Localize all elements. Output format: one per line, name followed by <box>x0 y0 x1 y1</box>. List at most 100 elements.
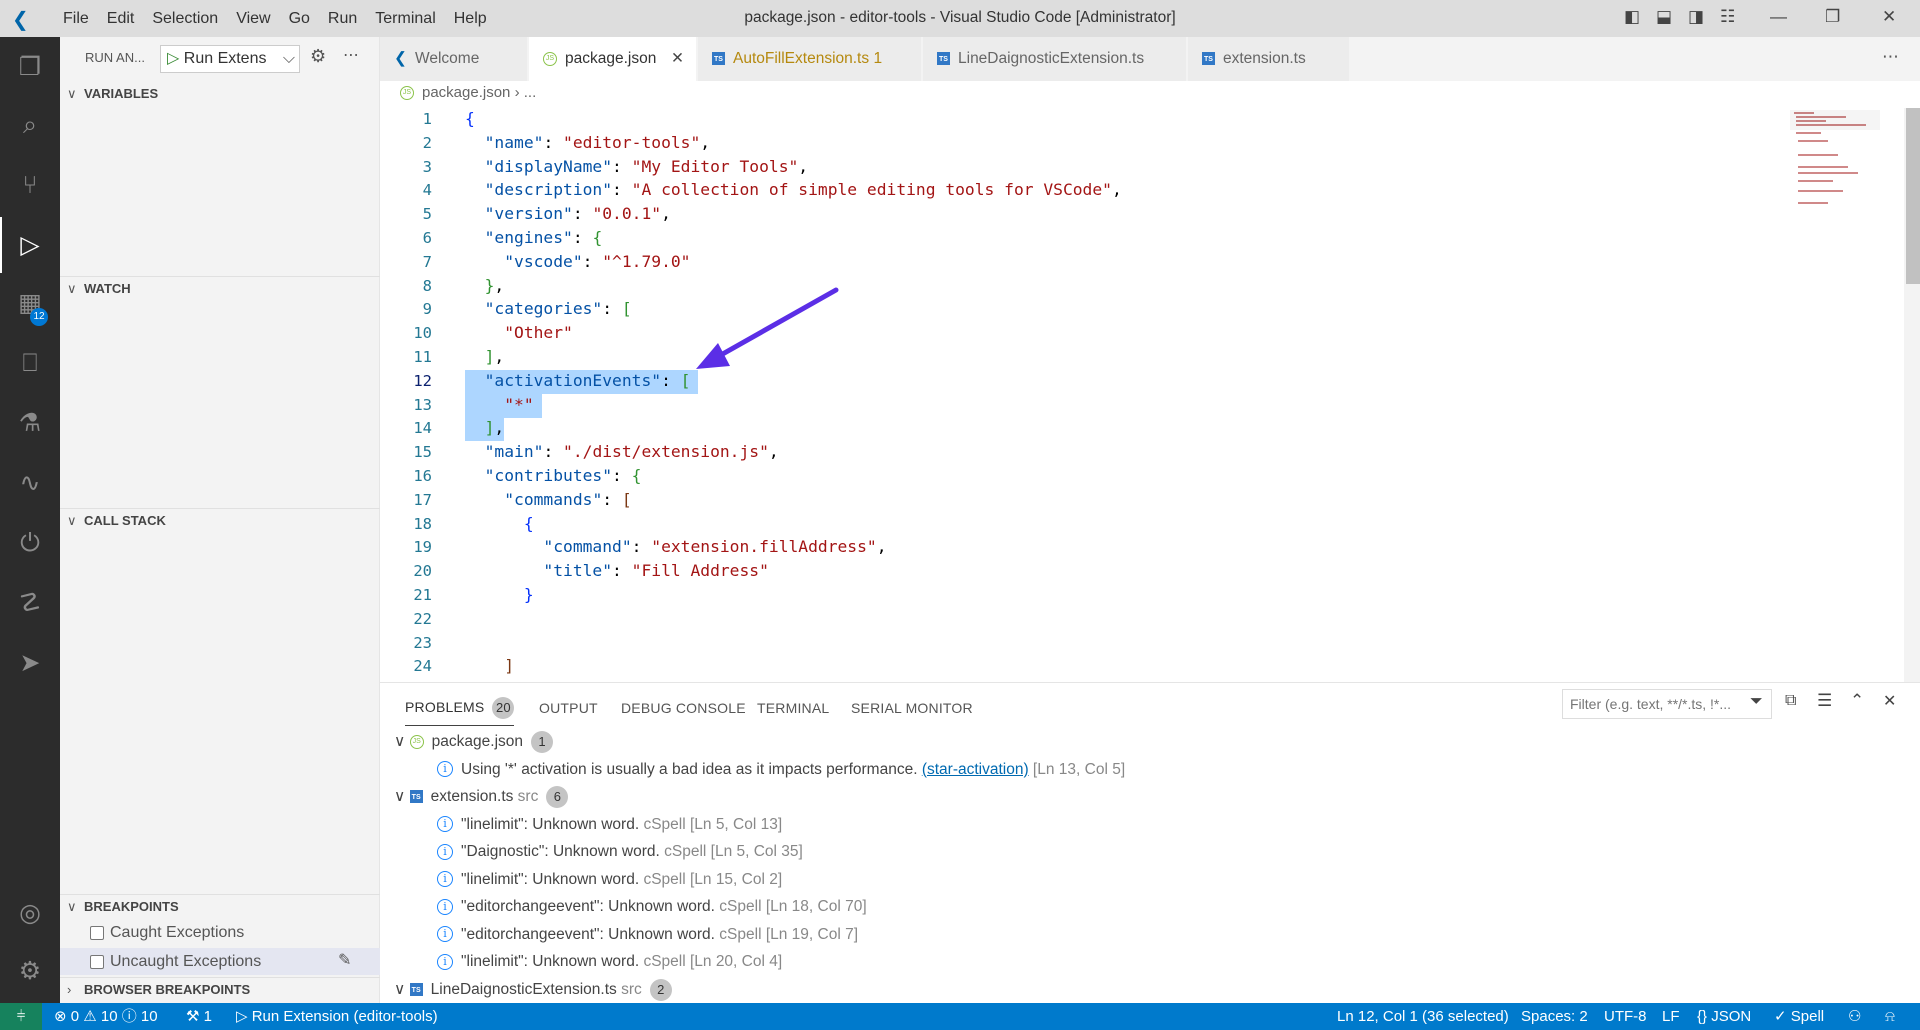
variables-section-header[interactable]: ∨ VARIABLES <box>60 82 380 106</box>
chevron-down-icon: ∨ <box>67 899 77 914</box>
restore-icon[interactable]: ❐ <box>1825 7 1840 27</box>
problem-source[interactable]: (star-activation) <box>922 761 1029 778</box>
line-number: 14 <box>413 419 432 438</box>
spell-status[interactable]: ✓ Spell <box>1774 1003 1824 1030</box>
problems-filter-input[interactable] <box>1562 689 1772 719</box>
indentation[interactable]: Spaces: 2 <box>1521 1003 1588 1030</box>
problem-source: cSpell <box>719 925 762 943</box>
problem-item[interactable]: i Using '*' activation is usually a bad i… <box>437 756 1125 783</box>
notifications-bell-icon[interactable]: ⍾ <box>1885 1003 1895 1030</box>
toggle-panel-icon[interactable]: ⬓ <box>1656 7 1672 27</box>
activity-bar: ❐ ⌕ ⑂ ▷ ▦ 12 ⎕ ⚗ ∿ ⏻ ☡ ➤ ◎ ⚙ <box>0 37 60 1003</box>
breakpoints-section-header[interactable]: ∨ BREAKPOINTS <box>60 894 380 918</box>
explorer-icon[interactable]: ❐ <box>14 51 46 83</box>
tab-welcome[interactable]: ❮ Welcome <box>380 37 528 81</box>
info-icon: i <box>437 926 453 943</box>
tab-output[interactable]: OUTPUT <box>539 700 598 716</box>
json-file-icon: JS <box>543 51 557 66</box>
end-of-line[interactable]: LF <box>1662 1003 1680 1030</box>
tab-debug-console[interactable]: DEBUG CONSOLE <box>621 700 746 716</box>
power-icon[interactable]: ⏻ <box>14 527 46 559</box>
problems-status[interactable]: ⊗ 0 ⚠ 10 ⓘ 10 <box>54 1003 158 1030</box>
line-number: 8 <box>422 276 432 295</box>
more-actions-icon[interactable]: ⋯ <box>1882 47 1899 67</box>
json-file-icon: JS <box>400 86 414 101</box>
problem-item[interactable]: i "Daignostic": Unknown word. cSpell [Ln … <box>437 838 803 865</box>
close-tab-icon[interactable]: ✕ <box>671 37 684 81</box>
tab-package-json[interactable]: JS package.json ✕ <box>529 37 697 81</box>
tab-label: extension.ts <box>1223 50 1306 67</box>
minimap[interactable] <box>1790 110 1880 220</box>
launch-config-select[interactable]: ▷ Run Extens ⌵ <box>160 45 300 73</box>
breadcrumb-symbol[interactable]: ... <box>524 84 537 101</box>
line-number: 24 <box>413 657 432 676</box>
search-icon[interactable]: ⌕ <box>14 109 46 141</box>
close-window-icon[interactable]: ✕ <box>1882 7 1896 27</box>
python-icon[interactable]: ☡ <box>14 587 46 619</box>
code-token: : <box>572 228 593 247</box>
maximize-panel-icon[interactable]: ⌃ <box>1850 691 1864 711</box>
testing-icon[interactable]: ⚗ <box>14 407 46 439</box>
checkbox[interactable] <box>90 954 104 969</box>
breakpoint-uncaught-exceptions[interactable]: Uncaught Exceptions ✎ <box>60 948 380 975</box>
more-actions-icon[interactable]: ⋯ <box>343 45 359 65</box>
problem-file-group[interactable]: ∨ JS package.json 1 <box>394 728 553 755</box>
minimize-icon[interactable]: — <box>1770 7 1787 27</box>
debug-status[interactable]: ▷ Run Extension (editor-tools) <box>236 1003 438 1030</box>
problem-file-group[interactable]: ∨ TS extension.ts src 6 <box>394 783 569 810</box>
filter-icon[interactable]: ⏷ <box>1750 693 1763 711</box>
collapse-all-icon[interactable]: ⧉ <box>1785 692 1796 710</box>
problem-file-group[interactable]: ∨ TS LineDaignosticExtension.ts src 2 <box>394 976 672 1003</box>
problem-item[interactable]: i "editorchangeevent": Unknown word. cSpe… <box>437 893 867 920</box>
start-debugging-icon[interactable]: ▷ <box>167 50 179 67</box>
deploy-icon[interactable]: ➤ <box>14 647 46 679</box>
code-token: [ <box>621 299 632 319</box>
ports-status[interactable]: ⚒ 1 <box>186 1003 212 1030</box>
code-token: } <box>523 585 534 604</box>
remote-explorer-icon[interactable]: ⎕ <box>14 347 46 379</box>
tab-linedaignosticextension[interactable]: TS LineDaignosticExtension.ts <box>923 37 1187 81</box>
browser-breakpoints-section-header[interactable]: › BROWSER BREAKPOINTS <box>60 977 380 1001</box>
code-token: , <box>494 347 505 366</box>
breakpoint-caught-exceptions[interactable]: Caught Exceptions <box>90 921 244 945</box>
customize-layout-icon[interactable]: ☷ <box>1720 7 1735 27</box>
tab-autofillextension[interactable]: TS AutoFillExtension.ts 1 <box>698 37 922 81</box>
tab-label: LineDaignosticExtension.ts <box>958 50 1145 67</box>
extensions-badge: 12 <box>30 308 48 326</box>
cursor-position[interactable]: Ln 12, Col 1 (36 selected) <box>1337 1003 1509 1030</box>
toggle-primary-sidebar-icon[interactable]: ◧ <box>1624 7 1640 27</box>
watch-section-header[interactable]: ∨ WATCH <box>60 276 380 300</box>
tab-serial-monitor[interactable]: SERIAL MONITOR <box>851 700 973 716</box>
problem-item[interactable]: i "linelimit": Unknown word. cSpell [Ln 2… <box>437 948 782 975</box>
line-number: 4 <box>422 181 432 200</box>
problem-item[interactable]: i "linelimit": Unknown word. cSpell [Ln 5… <box>437 811 782 838</box>
problem-item[interactable]: i "linelimit": Unknown word. cSpell [Ln 1… <box>437 866 782 893</box>
language-mode[interactable]: {} JSON <box>1697 1003 1751 1030</box>
scrollbar-thumb[interactable] <box>1906 108 1920 284</box>
close-panel-icon[interactable]: ✕ <box>1883 691 1896 711</box>
run-debug-icon[interactable]: ▷ <box>14 229 46 261</box>
problem-count: 1 <box>873 50 883 67</box>
serial-monitor-icon[interactable]: ∿ <box>14 467 46 499</box>
source-control-icon[interactable]: ⑂ <box>14 169 46 201</box>
problem-item[interactable]: i "editorchangeevent": Unknown word. cSpe… <box>437 921 858 948</box>
view-as-tree-icon[interactable]: ☰ <box>1817 691 1832 711</box>
checkbox[interactable] <box>90 925 104 940</box>
open-launch-json-gear-icon[interactable]: ⚙ <box>310 46 326 67</box>
settings-gear-icon[interactable]: ⚙ <box>14 955 46 987</box>
code-editor[interactable]: 1 {2 "name": "editor-tools", 3 "displayNam… <box>380 108 1904 682</box>
remote-indicator-icon[interactable]: ⫩ <box>0 1003 42 1030</box>
tab-terminal[interactable]: TERMINAL <box>757 700 829 716</box>
call-stack-section-header[interactable]: ∨ CALL STACK <box>60 508 380 532</box>
breadcrumb-file[interactable]: package.json <box>422 84 510 101</box>
toggle-secondary-sidebar-icon[interactable]: ◨ <box>1688 7 1704 27</box>
edit-condition-pencil-icon[interactable]: ✎ <box>338 950 351 970</box>
feedback-icon[interactable]: ⚇ <box>1848 1003 1861 1030</box>
tab-extension-ts[interactable]: TS extension.ts <box>1188 37 1350 81</box>
code-line: "displayName": "My Editor Tools", <box>465 157 809 176</box>
editor-scrollbar[interactable] <box>1904 108 1920 682</box>
code-token: , <box>494 418 505 438</box>
tab-problems[interactable]: PROBLEMS 20 <box>405 697 515 726</box>
accounts-icon[interactable]: ◎ <box>14 897 46 929</box>
encoding[interactable]: UTF-8 <box>1604 1003 1647 1030</box>
